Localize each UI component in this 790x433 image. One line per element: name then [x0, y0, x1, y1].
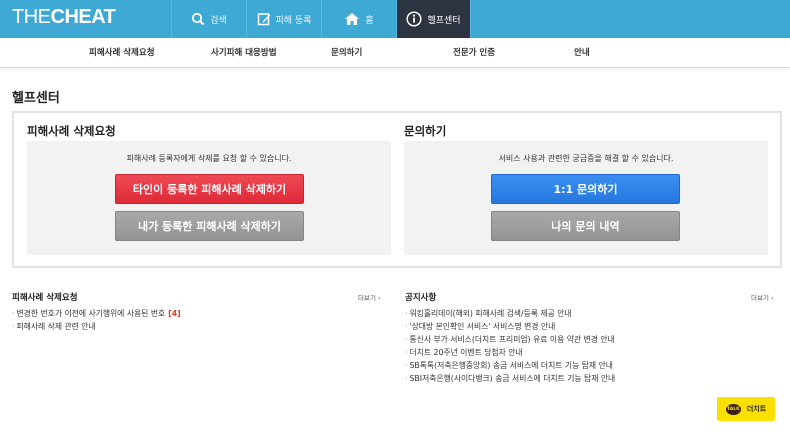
- list-item-text: 피해사례 삭제 관련 안내: [16, 322, 96, 331]
- delete-list: · 변경한 번호가 이전에 사기행위에 사용된 번호 [4] · 피해사례 삭제 관련…: [12, 307, 181, 333]
- inquiry-box: 서비스 사용과 관련한 궁금증을 해결 할 수 있습니다. 1:1 문의하기 나…: [404, 141, 768, 255]
- top-bar: THECHEAT 검색 피해 등록 홈 헬프센터: [0, 0, 790, 38]
- subnav-delete-request[interactable]: 피해사례 삭제요청: [89, 38, 155, 68]
- list-item-text: SB톡톡(저축은행중앙회) 송금 서비스에 더치트 기능 탑재 안내: [409, 361, 613, 370]
- sub-nav: 피해사례 삭제요청 사기피해 대응방법 문의하기 전문가 인증 안내: [0, 38, 790, 68]
- nav-helpcenter[interactable]: 헬프센터: [396, 0, 471, 38]
- list-item-text: 통신사 부가 서비스(더치트 프리미엄) 유료 이용 약관 변경 안내: [409, 335, 615, 344]
- top-nav: 검색 피해 등록 홈 헬프센터: [171, 0, 471, 38]
- page-title: 헬프센터: [12, 91, 60, 106]
- list-item[interactable]: · 워킹홀리데이(해외) 피해사례 검색/등록 제공 안내: [405, 307, 615, 320]
- one-on-one-inquiry-button[interactable]: 1:1 문의하기: [491, 174, 680, 204]
- notice-list-more-link[interactable]: 더보기 ›: [751, 292, 774, 302]
- logo[interactable]: THECHEAT: [12, 4, 116, 30]
- delete-list-more-link[interactable]: 더보기 ›: [358, 292, 381, 302]
- notice-list-title: 공지사항: [405, 293, 437, 303]
- nav-home-label: 홈: [365, 15, 374, 26]
- bullet-icon: ·: [12, 309, 15, 318]
- list-item[interactable]: · '상대방 본인확인 서비스' 서비스명 변경 안내: [405, 320, 615, 333]
- subnav-inquiry[interactable]: 문의하기: [331, 38, 362, 68]
- delete-request-desc: 피해사례 등록자에게 삭제를 요청 할 수 있습니다.: [126, 154, 292, 163]
- notice-list: · 워킹홀리데이(해외) 피해사례 검색/등록 제공 안내 · '상대방 본인확인 …: [405, 307, 615, 385]
- bullet-icon: ·: [405, 309, 408, 318]
- kakao-talk-button[interactable]: TALK 더치트: [717, 397, 775, 421]
- list-item[interactable]: · 더치트 20주년 이벤트 당첨자 안내: [405, 346, 615, 359]
- bullet-icon: ·: [405, 322, 408, 331]
- comment-count-badge: [4]: [168, 309, 181, 318]
- nav-search-label: 검색: [210, 15, 227, 26]
- subnav-fraud-response[interactable]: 사기피해 대응방법: [211, 38, 277, 68]
- nav-helpcenter-label: 헬프센터: [427, 15, 461, 26]
- delete-list-title: 피해사례 삭제요청: [12, 293, 78, 303]
- list-item[interactable]: · SBI저축은행(사이다뱅크) 송금 서비스에 더치트 기능 탑재 안내: [405, 372, 615, 385]
- bullet-icon: ·: [405, 374, 408, 383]
- list-item[interactable]: · 피해사례 삭제 관련 안내: [12, 320, 181, 333]
- list-item-text: SBI저축은행(사이다뱅크) 송금 서비스에 더치트 기능 탑재 안내: [409, 374, 616, 383]
- logo-the: THE: [12, 6, 51, 28]
- list-item[interactable]: · 변경한 번호가 이전에 사기행위에 사용된 번호 [4]: [12, 307, 181, 320]
- home-icon: [345, 13, 360, 25]
- talk-bubble-icon: TALK: [725, 403, 741, 415]
- delete-mine-button[interactable]: 내가 등록한 피해사례 삭제하기: [115, 211, 304, 241]
- logo-cheat: CHEAT: [50, 6, 116, 28]
- search-icon: [192, 12, 205, 26]
- subnav-guide[interactable]: 안내: [574, 38, 590, 68]
- edit-icon: [257, 13, 270, 26]
- bullet-icon: ·: [12, 322, 15, 331]
- nav-home[interactable]: 홈: [321, 0, 396, 38]
- nav-search[interactable]: 검색: [171, 0, 246, 38]
- bullet-icon: ·: [405, 348, 408, 357]
- talk-label: 더치트: [746, 405, 767, 413]
- help-panel: 피해사례 삭제요청 피해사례 등록자에게 삭제를 요청 할 수 있습니다. 타인…: [12, 111, 782, 268]
- delete-other-button[interactable]: 타인이 등록한 피해사례 삭제하기: [115, 174, 304, 204]
- list-item-text: '상대방 본인확인 서비스' 서비스명 변경 안내: [409, 322, 556, 331]
- delete-request-box: 피해사례 등록자에게 삭제를 요청 할 수 있습니다. 타인이 등록한 피해사례…: [27, 141, 391, 255]
- my-inquiry-history-button[interactable]: 나의 문의 내역: [491, 211, 680, 241]
- nav-register[interactable]: 피해 등록: [246, 0, 321, 38]
- list-item[interactable]: · SB톡톡(저축은행중앙회) 송금 서비스에 더치트 기능 탑재 안내: [405, 359, 615, 372]
- list-item-text: 변경한 번호가 이전에 사기행위에 사용된 번호: [16, 309, 166, 318]
- delete-request-title: 피해사례 삭제요청: [27, 124, 116, 138]
- nav-register-label: 피해 등록: [275, 15, 312, 26]
- info-icon: [406, 11, 422, 27]
- list-item-text: 더치트 20주년 이벤트 당첨자 안내: [409, 348, 523, 357]
- bullet-icon: ·: [405, 361, 408, 370]
- inquiry-title: 문의하기: [404, 124, 447, 138]
- list-item[interactable]: · 통신사 부가 서비스(더치트 프리미엄) 유료 이용 약관 변경 안내: [405, 333, 615, 346]
- subnav-expert-cert[interactable]: 전문가 인증: [453, 38, 495, 68]
- inquiry-desc: 서비스 사용과 관련한 궁금증을 해결 할 수 있습니다.: [498, 154, 674, 163]
- list-item-text: 워킹홀리데이(해외) 피해사례 검색/등록 제공 안내: [409, 309, 572, 318]
- bullet-icon: ·: [405, 335, 408, 344]
